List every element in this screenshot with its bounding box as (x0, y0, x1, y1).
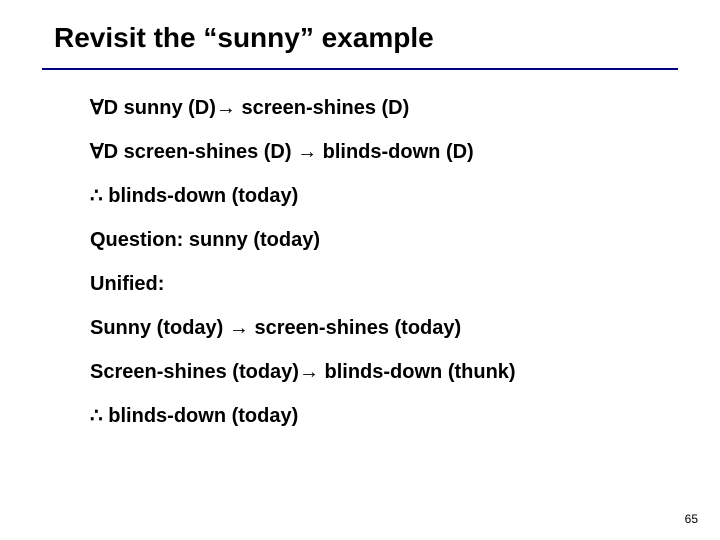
slide-body: ∀D sunny (D)→ screen-shines (D) ∀D scree… (90, 96, 660, 448)
page-number: 65 (685, 512, 698, 526)
logic-line: Unified: (90, 272, 660, 296)
title-underline (42, 68, 678, 70)
logic-line: ∀D sunny (D)→ screen-shines (D) (90, 96, 660, 120)
logic-line: Sunny (today) → screen-shines (today) (90, 316, 660, 340)
slide: Revisit the “sunny” example ∀D sunny (D)… (0, 0, 720, 540)
logic-line: ∀D screen-shines (D) → blinds-down (D) (90, 140, 660, 164)
slide-title: Revisit the “sunny” example (54, 22, 434, 54)
logic-line: Question: sunny (today) (90, 228, 660, 252)
logic-line: Screen-shines (today)→ blinds-down (thun… (90, 360, 660, 384)
logic-line: ∴ blinds-down (today) (90, 184, 660, 208)
logic-line: ∴ blinds-down (today) (90, 404, 660, 428)
